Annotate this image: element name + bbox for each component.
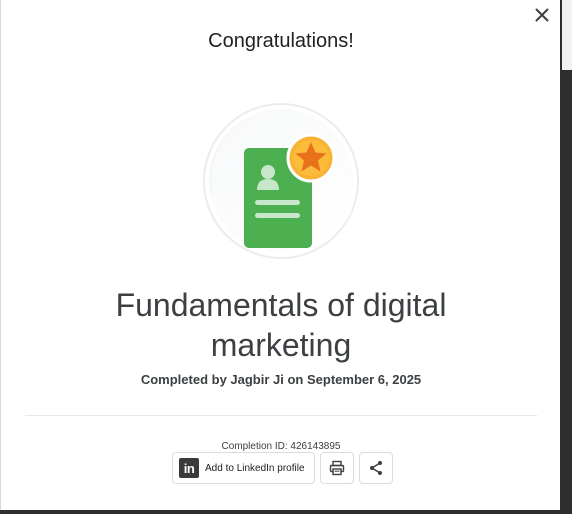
divider (25, 415, 537, 416)
certificate-badge (202, 102, 360, 260)
print-button[interactable] (320, 452, 354, 484)
page-backdrop (560, 0, 572, 514)
close-button[interactable] (530, 3, 554, 27)
add-to-linkedin-button[interactable]: in Add to LinkedIn profile (172, 452, 315, 484)
dialog-title: Congratulations! (208, 30, 354, 52)
page-backdrop-bottom (0, 510, 572, 514)
close-icon (535, 8, 549, 22)
page: Congratulations! Fundamentals of digital… (0, 0, 572, 514)
course-title: Fundamentals of digital marketing (115, 287, 447, 363)
share-icon (370, 461, 382, 475)
print-icon (329, 460, 345, 476)
action-bar: in Add to LinkedIn profile (172, 452, 393, 484)
certificate-star-icon (203, 103, 359, 259)
share-button[interactable] (359, 452, 393, 484)
congratulations-dialog: Congratulations! Fundamentals of digital… (0, 0, 560, 510)
completion-id: Completion ID: 426143895 (221, 441, 341, 452)
linkedin-icon: in (179, 458, 199, 478)
add-to-linkedin-label: Add to LinkedIn profile (205, 462, 305, 474)
completion-statement: Completed by Jagbir Ji on September 6, 2… (140, 372, 422, 387)
